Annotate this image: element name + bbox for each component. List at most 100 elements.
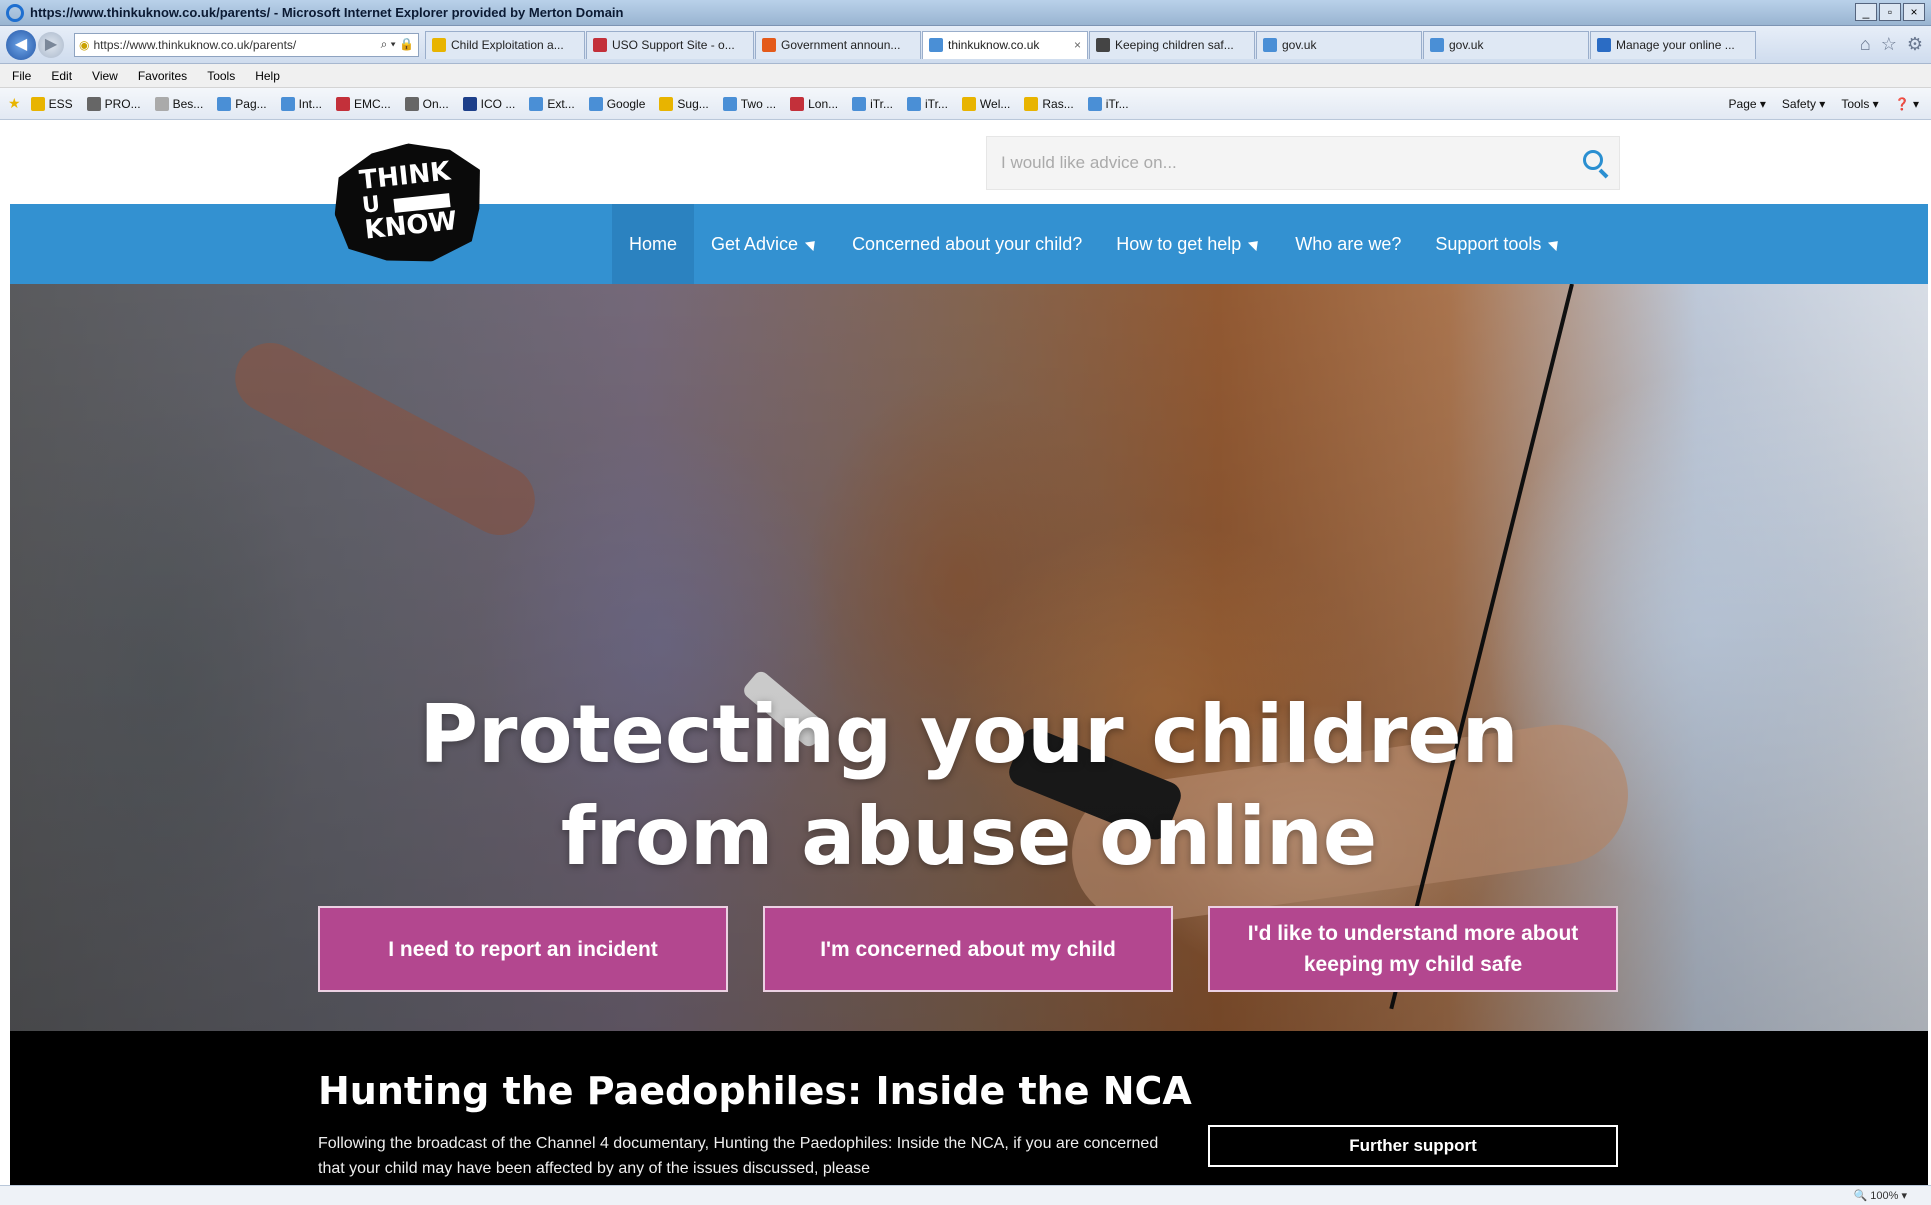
nav-item-who-are-we[interactable]: Who are we? xyxy=(1278,204,1418,284)
news-heading: Hunting the Paedophiles: Inside the NCA xyxy=(318,1069,1192,1113)
nav-item-get-advice[interactable]: Get Advice xyxy=(694,204,835,284)
tab-gov-uk-1[interactable]: gov.uk xyxy=(1256,30,1422,59)
nav-item-home[interactable]: Home xyxy=(612,204,695,284)
nav-item-label: Get Advice xyxy=(711,233,799,254)
tab-keeping-children-safe[interactable]: Keeping children saf... xyxy=(1089,30,1255,59)
favorite-item[interactable]: Int... xyxy=(280,96,322,111)
search-icon[interactable] xyxy=(1569,138,1619,188)
favorite-item[interactable]: ESS xyxy=(30,96,73,111)
address-url[interactable]: https://www.thinkuknow.co.uk/parents/ xyxy=(93,38,376,52)
favorite-item[interactable]: EMC... xyxy=(335,96,391,111)
nav-item-how-to-get-help[interactable]: How to get help xyxy=(1099,204,1278,284)
window-controls: _ ▫ × xyxy=(1855,3,1925,21)
favorite-item[interactable]: ICO ... xyxy=(462,96,515,111)
favorite-page-icon xyxy=(790,96,805,111)
favorite-item[interactable]: Wel... xyxy=(961,96,1011,111)
favorite-label: EMC... xyxy=(353,96,391,111)
favorite-label: iTr... xyxy=(925,96,948,111)
report-incident-button[interactable]: I need to report an incident xyxy=(318,906,728,992)
menu-favorites[interactable]: Favorites xyxy=(138,69,187,83)
favorite-item[interactable]: PRO... xyxy=(86,96,141,111)
nav-item-support-tools[interactable]: Support tools xyxy=(1418,204,1578,284)
tab-label: Child Exploitation a... xyxy=(451,38,564,52)
command-help[interactable]: ❓ ▾ xyxy=(1895,97,1919,111)
menu-edit[interactable]: Edit xyxy=(51,69,72,83)
favorite-page-icon xyxy=(529,96,544,111)
favorite-item[interactable]: iTr... xyxy=(907,96,948,111)
close-tab-icon[interactable]: × xyxy=(1068,38,1081,52)
tab-favicon-icon xyxy=(1263,38,1277,52)
favorites-star-icon[interactable]: ☆ xyxy=(1881,34,1897,55)
understand-child-safety-button[interactable]: I'd like to understand more about keepin… xyxy=(1208,906,1618,992)
address-bar-icons[interactable]: ⌕ ▾ 🔒 xyxy=(381,37,414,52)
zoom-level[interactable]: 🔍 100% ▾ xyxy=(1854,1189,1907,1202)
favorite-label: On... xyxy=(422,96,449,111)
window-title: https://www.thinkuknow.co.uk/parents/ - … xyxy=(30,5,624,20)
command-tools[interactable]: Tools ▾ xyxy=(1841,97,1878,111)
favorite-item[interactable]: Ras... xyxy=(1024,96,1074,111)
menu-help[interactable]: Help xyxy=(255,69,280,83)
favorite-page-icon xyxy=(280,96,295,111)
nav-item-label: Home xyxy=(629,233,678,254)
search-input[interactable] xyxy=(1001,153,1569,173)
restore-button[interactable]: ▫ xyxy=(1879,3,1901,21)
favorite-label: Ras... xyxy=(1042,96,1074,111)
concerned-about-child-button[interactable]: I'm concerned about my child xyxy=(763,906,1173,992)
favorite-item[interactable]: Pag... xyxy=(217,96,267,111)
tab-government-announcements[interactable]: Government announ... xyxy=(755,30,921,59)
menu-file[interactable]: File xyxy=(12,69,31,83)
nav-item-concerned-about-your-child[interactable]: Concerned about your child? xyxy=(835,204,1099,284)
tab-label: gov.uk xyxy=(1449,38,1484,52)
favorite-label: Google xyxy=(606,96,646,111)
favorite-item[interactable]: Google xyxy=(588,96,646,111)
favorite-page-icon xyxy=(335,96,350,111)
tab-gov-uk-2[interactable]: gov.uk xyxy=(1423,30,1589,59)
settings-gear-icon[interactable]: ⚙ xyxy=(1907,34,1923,55)
menu-view[interactable]: View xyxy=(92,69,118,83)
tab-manage-online[interactable]: Manage your online ... xyxy=(1590,30,1756,59)
close-window-button[interactable]: × xyxy=(1903,3,1925,21)
further-support-button[interactable]: Further support xyxy=(1208,1125,1618,1167)
tab-label: Keeping children saf... xyxy=(1115,38,1234,52)
minimize-button[interactable]: _ xyxy=(1855,3,1877,21)
command-bar: Page ▾ Safety ▾ Tools ▾ ❓ ▾ xyxy=(1729,97,1919,111)
nav-item-label: How to get help xyxy=(1116,233,1242,254)
favorite-label: Pag... xyxy=(235,96,267,111)
command-safety[interactable]: Safety ▾ xyxy=(1782,97,1825,111)
address-bar[interactable]: ◉ https://www.thinkuknow.co.uk/parents/ … xyxy=(74,32,419,57)
favorite-item[interactable]: Lon... xyxy=(790,96,839,111)
tab-favicon-icon xyxy=(762,38,776,52)
forward-button[interactable]: ▶ xyxy=(38,31,64,58)
nav-item-label: Who are we? xyxy=(1295,233,1402,254)
home-icon[interactable]: ⌂ xyxy=(1860,34,1871,55)
favorite-label: Lon... xyxy=(808,96,839,111)
favorite-item[interactable]: Ext... xyxy=(529,96,575,111)
nav-item-label: Support tools xyxy=(1435,233,1542,254)
tab-thinkuknow[interactable]: thinkuknow.co.uk × xyxy=(922,30,1088,59)
thinkuknow-logo[interactable]: THINK U KNOW xyxy=(322,130,502,275)
favorite-page-icon xyxy=(659,96,674,111)
command-page[interactable]: Page ▾ xyxy=(1729,97,1766,111)
favorite-label: Ext... xyxy=(547,96,575,111)
tab-favicon-icon xyxy=(1430,38,1444,52)
favorite-item[interactable]: iTr... xyxy=(852,96,893,111)
favorite-page-icon xyxy=(1087,96,1102,111)
favorite-item[interactable]: iTr... xyxy=(1087,96,1129,111)
favorite-item[interactable]: Bes... xyxy=(154,96,203,111)
favorites-star-icon[interactable]: ★ xyxy=(8,95,21,112)
favorite-label: Wel... xyxy=(979,96,1011,111)
favorite-item[interactable]: On... xyxy=(404,96,449,111)
favorite-item[interactable]: Two ... xyxy=(722,96,776,111)
hero-headline: Protecting your children from abuse onli… xyxy=(10,684,1928,888)
status-bar: 🔍 100% ▾ xyxy=(0,1185,1931,1205)
tab-favicon-icon xyxy=(593,38,607,52)
tab-favicon-icon xyxy=(432,38,446,52)
tab-child-exploitation[interactable]: Child Exploitation a... xyxy=(425,30,585,59)
back-button[interactable]: ◀ xyxy=(6,29,36,60)
logo-text: THINK U KNOW xyxy=(358,157,459,246)
favorite-page-icon xyxy=(1024,96,1039,111)
favorite-item[interactable]: Sug... xyxy=(659,96,709,111)
tab-uso-support[interactable]: USO Support Site - o... xyxy=(586,30,754,59)
menu-tools[interactable]: Tools xyxy=(207,69,235,83)
hero-headline-line2: from abuse online xyxy=(560,790,1378,883)
